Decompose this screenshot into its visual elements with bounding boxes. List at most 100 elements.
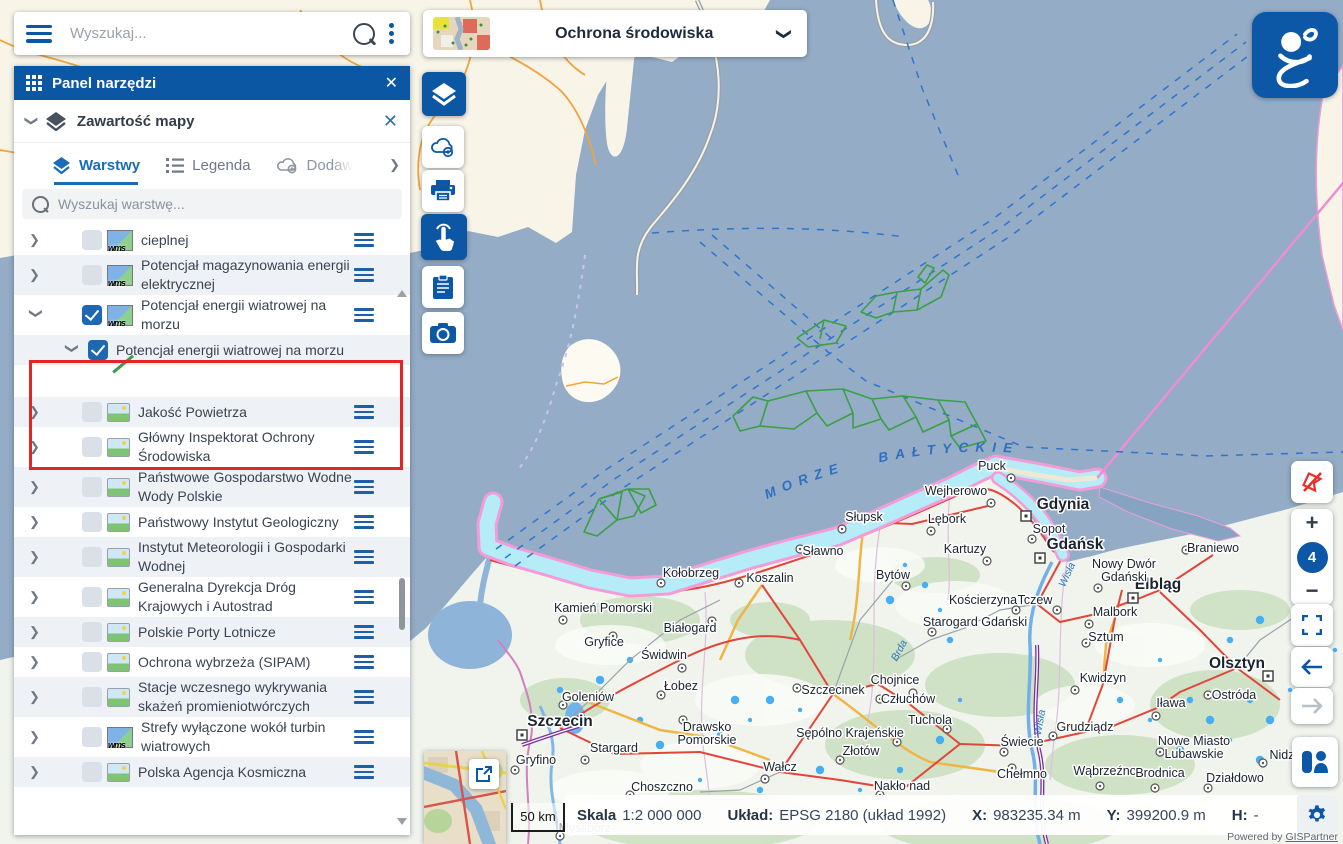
layer-row[interactable]: ❯Potencjał energii wiatrowej na morzu	[14, 335, 410, 365]
chevron-right-icon[interactable]: ❯	[29, 404, 43, 420]
scroll-up-icon[interactable]	[397, 290, 407, 297]
layer-row[interactable]: ❯Jakość Powietrza	[14, 397, 410, 427]
overview-expand-button[interactable]	[469, 759, 499, 789]
zoom-control[interactable]: + 4 −	[1291, 509, 1333, 605]
chevron-right-icon[interactable]: ❯	[29, 764, 43, 780]
chevron-right-icon[interactable]: ❯	[29, 479, 43, 495]
chevron-down-icon[interactable]: ❯	[23, 116, 39, 127]
touch-select-tool-button[interactable]	[421, 214, 467, 260]
layer-menu-icon[interactable]	[354, 655, 374, 669]
panel-scrollbar[interactable]	[396, 290, 408, 827]
previous-view-button[interactable]	[1291, 647, 1333, 687]
camera-tool-button[interactable]	[422, 312, 464, 354]
accessibility-button[interactable]	[1292, 737, 1338, 787]
zoom-in-button[interactable]: +	[1306, 513, 1319, 533]
layer-row[interactable]: ❯Główny Inspektorat Ochrony Środowiska	[14, 427, 410, 467]
settings-button[interactable]	[1297, 795, 1337, 835]
layer-menu-icon[interactable]	[354, 690, 374, 704]
layer-checkbox[interactable]	[82, 587, 102, 607]
layer-search[interactable]: Wyszukaj warstwę...	[22, 189, 402, 219]
chevron-right-icon[interactable]: ❯	[29, 729, 43, 745]
layers-tool-button[interactable]	[422, 72, 466, 116]
layer-menu-icon[interactable]	[354, 625, 374, 639]
clipboard-tool-button[interactable]	[422, 266, 464, 308]
layer-row[interactable]: ❯Ochrona wybrzeża (SIPAM)	[14, 647, 410, 677]
layer-checkbox[interactable]	[82, 230, 102, 250]
city-label: Koszalin	[746, 571, 793, 585]
layer-menu-icon[interactable]	[354, 308, 374, 322]
gispartner-link[interactable]: GISPartner	[1285, 831, 1338, 843]
add-wms-tool-button[interactable]	[422, 126, 464, 168]
zoom-out-button[interactable]: −	[1306, 581, 1319, 601]
layer-checkbox[interactable]	[82, 547, 102, 567]
layer-checkbox[interactable]	[82, 762, 102, 782]
layer-row[interactable]: ❯wmsPotencjał energii wiatrowej na morzu	[14, 295, 410, 335]
gispartner-logo[interactable]	[1252, 12, 1338, 98]
tab-warstwy[interactable]: Warstwy	[52, 143, 140, 187]
layer-checkbox[interactable]	[82, 652, 102, 672]
tab-legenda[interactable]: Legenda	[166, 143, 250, 187]
layer-menu-icon[interactable]	[354, 233, 374, 247]
layer-row[interactable]: ❯wmsPotencjał magazynowania energii elek…	[14, 255, 410, 295]
layer-checkbox[interactable]	[88, 340, 108, 360]
layer-checkbox[interactable]	[82, 622, 102, 642]
chevron-right-icon[interactable]: ❯	[29, 514, 43, 530]
layer-menu-icon[interactable]	[354, 480, 374, 494]
tabs-scroll-right-icon[interactable]: ❯	[389, 157, 400, 173]
main-menu-icon[interactable]	[26, 25, 52, 43]
scroll-down-icon[interactable]	[397, 818, 407, 825]
layer-menu-icon[interactable]	[354, 268, 374, 282]
layer-checkbox[interactable]	[82, 265, 102, 285]
layer-menu-icon[interactable]	[354, 730, 374, 744]
chevron-right-icon[interactable]: ❯	[29, 232, 43, 248]
chevron-right-icon[interactable]: ❯	[29, 439, 43, 455]
layer-row[interactable]: ❯Stacje wczesnego wykrywania skażeń prom…	[14, 677, 410, 717]
search-input[interactable]: Wyszukaj...	[70, 25, 353, 42]
layer-menu-icon[interactable]	[354, 440, 374, 454]
print-tool-button[interactable]	[422, 170, 464, 212]
layer-menu-icon[interactable]	[354, 765, 374, 779]
search-bar[interactable]: Wyszukaj...	[14, 12, 410, 55]
layer-row[interactable]: ❯wmscieplnej	[14, 225, 410, 255]
layer-row[interactable]: ❯Polskie Porty Lotnicze	[14, 617, 410, 647]
chevron-right-icon[interactable]: ❯	[29, 624, 43, 640]
chevron-right-icon[interactable]: ❯	[29, 267, 43, 283]
layer-checkbox[interactable]	[82, 687, 102, 707]
chevron-down-icon[interactable]: ❯	[64, 343, 80, 357]
chevron-right-icon[interactable]: ❯	[29, 589, 43, 605]
chevron-right-icon[interactable]: ❯	[29, 654, 43, 670]
layer-checkbox[interactable]	[82, 727, 102, 747]
layer-menu-icon[interactable]	[354, 590, 374, 604]
layer-menu-icon[interactable]	[354, 405, 374, 419]
search-icon[interactable]	[353, 23, 375, 45]
layer-row[interactable]: ❯Generalna Dyrekcja Dróg Krajowych i Aut…	[14, 577, 410, 617]
layer-row[interactable]: ❯Państwowe Gospodarstwo Wodne Wody Polsk…	[14, 467, 410, 507]
layer-checkbox[interactable]	[82, 402, 102, 422]
panel-close-icon[interactable]: ✕	[385, 73, 398, 93]
layer-checkbox[interactable]	[82, 305, 102, 325]
layer-checkbox[interactable]	[82, 437, 102, 457]
grid-icon[interactable]	[26, 75, 42, 91]
city-label: Sępólno Krajeńskie	[796, 726, 904, 740]
layer-row[interactable]: ❯Instytut Meteorologii i Gospodarki Wodn…	[14, 537, 410, 577]
tab-dodaw[interactable]: Dodaw	[277, 143, 354, 187]
section-close-icon[interactable]: ✕	[383, 111, 398, 132]
layer-row[interactable]: ❯wmsStrefy wyłączone wokół turbin wiatro…	[14, 717, 410, 757]
chevron-right-icon[interactable]: ❯	[29, 549, 43, 565]
next-view-button[interactable]	[1291, 688, 1333, 724]
more-options-icon[interactable]	[389, 23, 394, 44]
layer-menu-icon[interactable]	[354, 515, 374, 529]
city: Ostróda	[1204, 688, 1256, 702]
geolocation-disabled-button[interactable]	[1291, 461, 1333, 503]
chevron-down-icon[interactable]: ❯	[28, 308, 44, 322]
city-label: Nakło nad	[874, 779, 930, 793]
layer-menu-icon[interactable]	[354, 550, 374, 564]
chevron-right-icon[interactable]: ❯	[29, 689, 43, 705]
layer-row[interactable]: ❯Polska Agencja Kosmiczna	[14, 757, 410, 787]
layer-checkbox[interactable]	[82, 477, 102, 497]
fullscreen-button[interactable]	[1291, 604, 1333, 646]
layer-row[interactable]: ❯Państwowy Instytut Geologiczny	[14, 507, 410, 537]
basemap-selector[interactable]: Ochrona środowiska ❯	[423, 10, 807, 57]
scrollbar-thumb[interactable]	[399, 578, 405, 630]
layer-checkbox[interactable]	[82, 512, 102, 532]
